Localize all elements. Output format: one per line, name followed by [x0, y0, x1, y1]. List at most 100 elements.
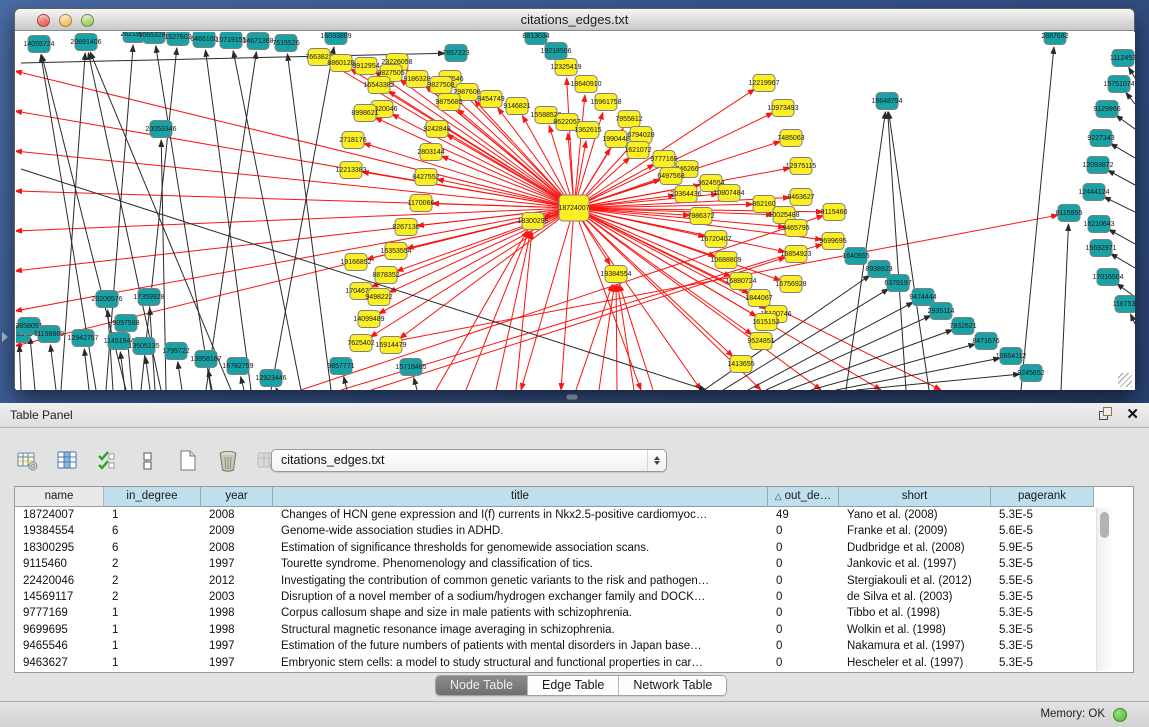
graph-node[interactable]: 19218506: [540, 43, 571, 60]
graph-node[interactable]: 9097588: [112, 315, 139, 332]
column-header-title[interactable]: title: [273, 487, 768, 507]
graph-node[interactable]: 16782759: [222, 358, 253, 375]
graph-node[interactable]: 13958167: [190, 351, 221, 368]
graph-node[interactable]: 16756928: [775, 276, 806, 293]
graph-node[interactable]: 9875685: [435, 94, 462, 111]
graph-node[interactable]: 18724007: [558, 195, 589, 221]
graph-node[interactable]: 12325419: [550, 59, 581, 76]
graph-node[interactable]: 12923446: [255, 370, 286, 387]
table-row[interactable]: 969969511998Structural magnetic resonanc…: [15, 622, 1133, 638]
table-row[interactable]: 1938455462009Genome-wide association stu…: [15, 523, 1133, 539]
graph-node[interactable]: 9146821: [503, 98, 530, 115]
graph-node[interactable]: 18640910: [570, 76, 601, 93]
graph-node[interactable]: 8454749: [477, 91, 504, 108]
table-row[interactable]: 2242004622012Investigating the contribut…: [15, 573, 1133, 589]
table-row[interactable]: 1872400712008Changes of HCN gene express…: [15, 507, 1133, 523]
table-row[interactable]: 946362711997Embryonic stem cells: a mode…: [15, 655, 1133, 671]
graph-node[interactable]: 16854923: [780, 246, 811, 263]
graph-node[interactable]: 1621072: [624, 142, 651, 159]
tab-network-table[interactable]: Network Table: [619, 676, 726, 695]
graph-node[interactable]: 14671368: [242, 33, 273, 50]
graph-node[interactable]: 16033809: [320, 32, 351, 45]
graph-node[interactable]: 1527602: [164, 32, 191, 46]
graph-node[interactable]: 2718176: [339, 132, 366, 149]
graph-node[interactable]: 8267130: [392, 219, 419, 236]
graph-node[interactable]: 9524851: [747, 333, 774, 350]
graph-node[interactable]: 12942757: [67, 330, 98, 347]
graph-node[interactable]: 9498222: [365, 289, 392, 306]
graph-node[interactable]: 12975115: [786, 158, 817, 175]
graph-node[interactable]: 1167531: [1113, 296, 1135, 313]
graph-node[interactable]: 1413655: [727, 356, 754, 373]
graph-node[interactable]: 16353554: [380, 243, 411, 260]
column-header-short[interactable]: short: [839, 487, 991, 507]
graph-node[interactable]: 1615152: [752, 314, 779, 331]
column-header-name[interactable]: name: [15, 487, 104, 507]
graph-node[interactable]: 7857223: [442, 45, 469, 62]
graph-node[interactable]: 9857771: [327, 358, 354, 375]
new-table-icon[interactable]: [174, 448, 202, 474]
graph-node[interactable]: 8912954: [352, 58, 379, 75]
table-select-dropdown[interactable]: citations_edges.txt: [271, 449, 667, 472]
graph-node[interactable]: 12093872: [1082, 157, 1113, 174]
graph-node[interactable]: 14055724: [23, 36, 54, 53]
table-row[interactable]: 946554611997Estimation of the future num…: [15, 638, 1133, 654]
float-panel-icon[interactable]: [1099, 407, 1114, 422]
graph-node[interactable]: 9129966: [1093, 101, 1120, 118]
select-rows-icon[interactable]: [94, 448, 122, 474]
tab-node-table[interactable]: Node Table: [436, 676, 528, 695]
graph-node[interactable]: 15751074: [1103, 76, 1134, 93]
graph-node[interactable]: 7515526: [272, 35, 299, 52]
graph-node[interactable]: 6794028: [627, 127, 654, 144]
graph-node[interactable]: 2935114: [928, 303, 955, 320]
graph-node[interactable]: 9227343: [1087, 130, 1114, 147]
graph-node[interactable]: 16961758: [590, 94, 621, 111]
graph-node[interactable]: 20364436: [670, 186, 701, 203]
graph-node[interactable]: 16210643: [1083, 216, 1114, 233]
graph-node[interactable]: 17016504: [1092, 269, 1123, 286]
column-header-pagerank[interactable]: pagerank: [991, 487, 1094, 507]
window-titlebar[interactable]: citations_edges.txt: [15, 9, 1134, 31]
row-height-icon[interactable]: [134, 448, 162, 474]
graph-node[interactable]: 17359928: [133, 289, 164, 306]
tab-edge-table[interactable]: Edge Table: [528, 676, 619, 695]
table-row[interactable]: 1830029562008Estimation of significance …: [15, 540, 1133, 556]
graph-node[interactable]: 9465795: [782, 220, 809, 237]
graph-node[interactable]: 9699695: [819, 233, 846, 250]
graph-node[interactable]: 8471676: [972, 333, 999, 350]
graph-node[interactable]: 1170066: [408, 195, 435, 212]
graph-node[interactable]: 13505135: [128, 338, 159, 355]
graph-node[interactable]: 15692971: [1085, 240, 1116, 257]
graph-node[interactable]: 16720407: [700, 231, 731, 248]
split-pane-handle[interactable]: [566, 394, 578, 400]
graph-node[interactable]: 9242848: [423, 121, 450, 138]
graph-node[interactable]: 7955812: [615, 111, 642, 128]
graph-node[interactable]: 19384554: [600, 266, 631, 283]
graph-node[interactable]: 1990448: [602, 131, 629, 148]
graph-node[interactable]: 8998621: [351, 105, 378, 122]
graph-node[interactable]: 12213383: [335, 162, 366, 179]
graph-node[interactable]: 12444124: [1078, 184, 1109, 201]
column-header-in_degree[interactable]: in_degree: [104, 487, 201, 507]
graph-node[interactable]: 7986372: [687, 208, 714, 225]
graph-node[interactable]: 6497568: [657, 168, 684, 185]
graph-node[interactable]: 10688809: [710, 252, 741, 269]
window-resize-grip[interactable]: [1118, 373, 1132, 387]
graph-node[interactable]: 20053346: [145, 121, 176, 138]
graph-node[interactable]: 1640955: [842, 248, 869, 265]
column-header-year[interactable]: year: [201, 487, 273, 507]
graph-node[interactable]: 16543382: [363, 77, 394, 94]
graph-node[interactable]: 10654112: [996, 348, 1027, 365]
graph-node[interactable]: 8427552: [412, 169, 439, 186]
graph-node[interactable]: 8860128: [327, 55, 354, 72]
scrollbar-thumb[interactable]: [1100, 512, 1109, 538]
graph-node[interactable]: 8878352: [372, 267, 399, 284]
graph-node[interactable]: 10807484: [713, 185, 744, 202]
graph-node[interactable]: 9827508: [427, 77, 454, 94]
graph-node[interactable]: 20691406: [70, 34, 101, 51]
memory-status-indicator[interactable]: [1113, 708, 1127, 722]
graph-node[interactable]: 10973493: [767, 100, 798, 117]
network-canvas[interactable]: 1872400776638228860128891295423226058982…: [16, 32, 1135, 390]
graph-node[interactable]: 862160: [752, 196, 775, 213]
graph-node[interactable]: 12219967: [748, 75, 779, 92]
